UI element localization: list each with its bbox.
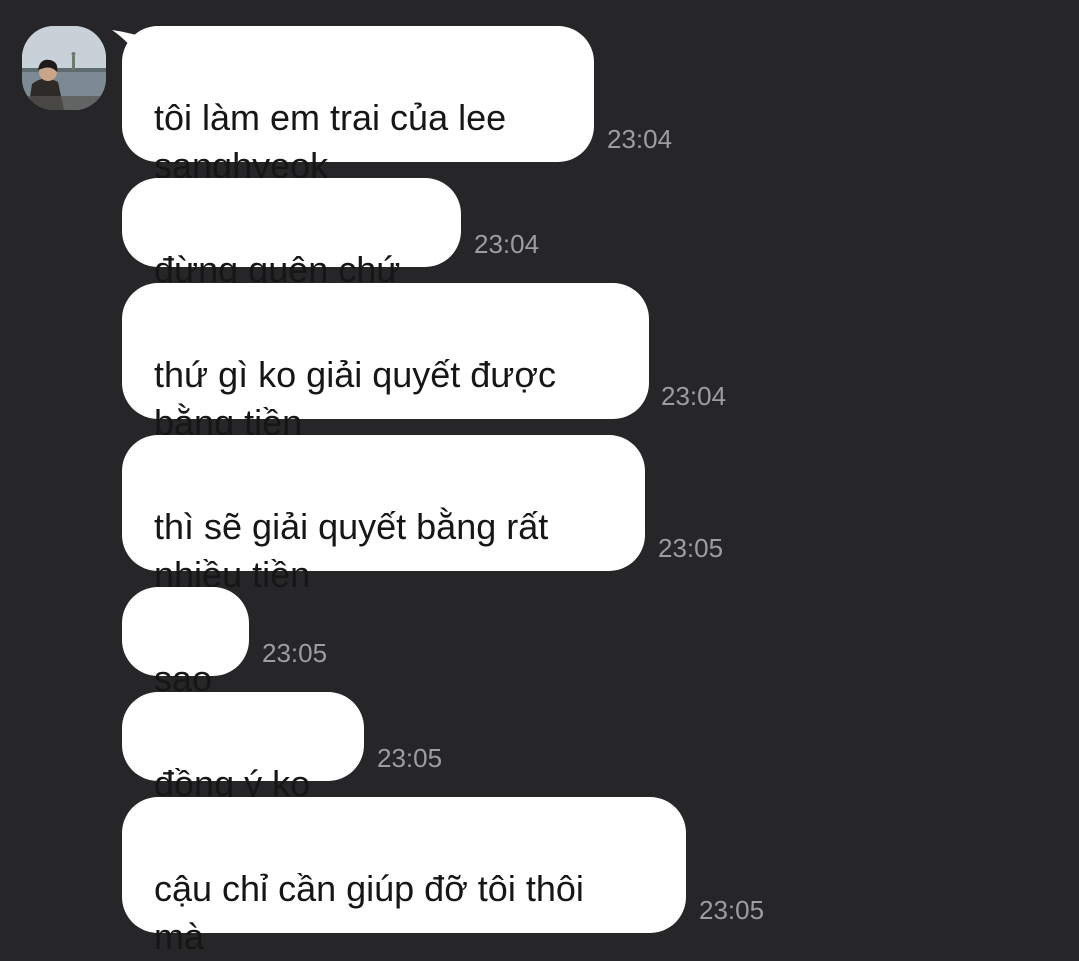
message-time-7: 23:05 <box>699 895 765 925</box>
message-time-6: 23:05 <box>377 743 443 773</box>
message-text: tôi làm em trai của lee sanghyeok <box>154 97 507 186</box>
message-bubble-7[interactable]: cậu chỉ cần giúp đỡ tôi thôi mà <box>122 797 686 957</box>
message-bubble-5[interactable]: sao <box>122 587 249 699</box>
message-text: cậu chỉ cần giúp đỡ tôi thôi mà <box>154 868 584 957</box>
message-bubble-6[interactable]: đồng ý ko <box>122 692 364 804</box>
message-text: thì sẽ giải quyết bằng rất nhiều tiền <box>154 506 549 595</box>
message-bubble-1[interactable]: tôi làm em trai của lee sanghyeok <box>122 26 594 186</box>
message-bubble-4[interactable]: thì sẽ giải quyết bằng rất nhiều tiền <box>122 435 645 595</box>
message-text: thứ gì ko giải quyết được bằng tiền <box>154 354 557 443</box>
message-bubble-3[interactable]: thứ gì ko giải quyết được bằng tiền <box>122 283 649 443</box>
message-time-5: 23:05 <box>262 638 328 668</box>
message-time-1: 23:04 <box>607 124 673 154</box>
message-time-2: 23:04 <box>474 229 540 259</box>
message-bubble-2[interactable]: đừng quên chứ <box>122 178 461 290</box>
message-time-4: 23:05 <box>658 533 724 563</box>
avatar-photo <box>22 26 106 110</box>
message-time-3: 23:04 <box>661 381 727 411</box>
contact-avatar[interactable] <box>22 26 106 110</box>
